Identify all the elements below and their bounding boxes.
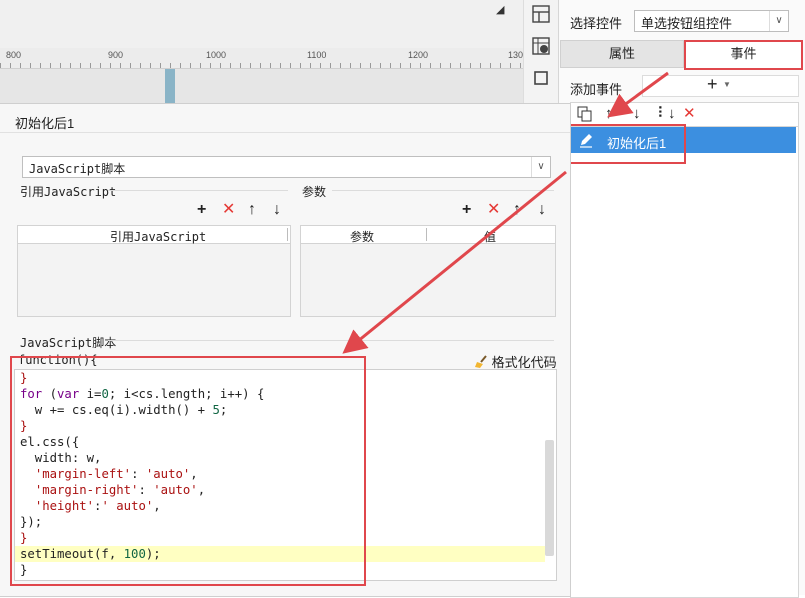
divider [108,340,554,341]
delete-icon[interactable]: ✕ [487,202,500,218]
annotation-highlight-box [10,356,366,586]
select-control-value: 单选按钮组控件 [641,16,733,31]
crop-icon[interactable] [532,69,550,87]
tab-properties[interactable]: 属性 [560,40,684,68]
pin-icon[interactable]: ◢ [496,3,510,17]
ruler-label: 800 [6,50,22,60]
add-icon[interactable]: + [462,202,471,218]
grid-info-icon[interactable] [532,37,550,55]
column-divider [287,228,288,241]
select-control-dropdown[interactable]: 单选按钮组控件 ∨ [634,10,789,32]
delete-icon[interactable]: ✕ [222,202,235,218]
arrow-down-icon[interactable]: ↓ [538,202,546,218]
script-section-title: JavaScript脚本 [20,336,117,350]
params-table: 参数 值 [300,225,556,317]
column-header: 引用JavaScript [110,230,207,244]
broom-icon [475,355,487,368]
divider [108,190,288,191]
ref-js-table: 引用JavaScript [17,225,291,317]
column-header: 值 [484,230,497,244]
divider [0,132,570,133]
divider [332,190,554,191]
column-divider [426,228,427,241]
move-to-bottom-icon[interactable]: ⠇↓ [657,105,676,123]
plus-icon: + [707,74,718,94]
ruler-label: 1100 [307,50,327,60]
script-type-dropdown[interactable]: JavaScript脚本 ∨ [22,156,551,178]
arrow-up-icon[interactable]: ↑ [513,202,521,218]
script-type-value: JavaScript脚本 [29,162,126,176]
params-section-title: 参数 [302,185,327,199]
arrow-down-icon[interactable]: ↓ [633,105,641,123]
tab-events[interactable]: 事件 [684,40,803,70]
horizontal-ruler: 800 900 1000 1100 1200 130 [0,48,523,69]
arrow-up-icon[interactable]: ↑ [605,105,613,123]
ruler-ticks [0,63,523,68]
select-control-label: 选择控件 [570,16,623,31]
add-event-label: 添加事件 [570,82,623,97]
annotation-highlight-box [568,124,686,164]
chevron-down-icon[interactable]: ∨ [769,11,788,31]
dialog-title: 初始化后1 [15,116,75,131]
ruler-label: 900 [108,50,124,60]
column-header: 参数 [350,230,375,244]
ruler-label: 130 [508,50,524,60]
layout-icon[interactable] [532,5,550,23]
ruler-label: 1000 [206,50,227,60]
add-event-button[interactable]: + ▼ [642,74,799,97]
table-header: 引用JavaScript [18,226,290,244]
editor-scrollbar[interactable] [545,440,554,556]
ref-js-section-title: 引用JavaScript [20,185,117,199]
design-canvas[interactable] [0,69,523,103]
copy-icon[interactable] [577,106,593,122]
arrow-up-icon[interactable]: ↑ [248,202,256,218]
caret-down-icon: ▼ [723,80,731,89]
delete-icon[interactable]: ✕ [683,105,696,123]
table-header: 参数 值 [301,226,555,244]
arrow-down-icon[interactable]: ↓ [273,202,281,218]
vertical-toolbar [523,0,558,110]
selected-element-marker[interactable] [165,69,175,103]
format-code-label: 格式化代码 [491,355,557,370]
chevron-down-icon[interactable]: ∨ [531,157,550,177]
ruler-label: 1200 [408,50,429,60]
event-list [570,126,799,598]
add-icon[interactable]: + [197,202,206,218]
